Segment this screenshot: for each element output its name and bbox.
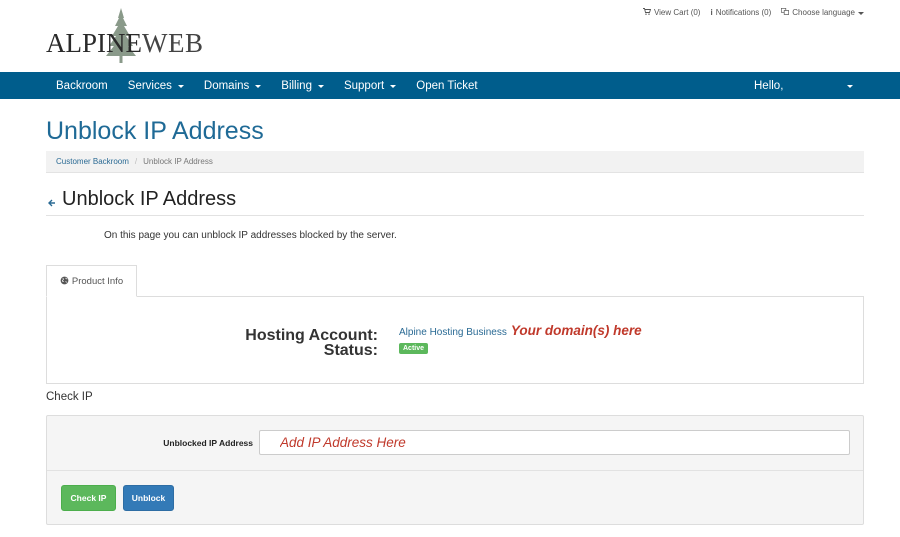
section-heading: Unblock IP Address	[48, 188, 236, 211]
chevron-down-icon[interactable]	[847, 85, 853, 88]
account-menu-toggle[interactable]: Hello,	[754, 72, 783, 99]
logo-text-right: WEB	[142, 28, 204, 58]
domain-annotation: Your domain(s) here	[510, 323, 642, 338]
nav-item-label: Services	[127, 79, 172, 92]
top-links: View Cart (0) i Notifications (0) Choose…	[642, 7, 864, 17]
intro-text: On this page you can unblock IP addresse…	[104, 230, 397, 241]
view-cart-link[interactable]: View Cart (0)	[642, 8, 701, 17]
language-icon	[781, 7, 790, 17]
page-title: Unblock IP Address	[46, 117, 264, 145]
nav-item-label: Backroom	[56, 79, 108, 92]
logo-text: ALPINEWEB	[46, 28, 204, 59]
nav-item-label: Support	[343, 79, 385, 92]
status-label: Status:	[323, 342, 378, 359]
globe-icon	[60, 276, 69, 287]
notifications-label: Notifications (0)	[715, 8, 772, 17]
chevron-down-icon	[390, 84, 397, 88]
nav-item-label: Open Ticket	[416, 79, 478, 92]
nav-item-label: Billing	[281, 79, 312, 92]
chevron-down-icon	[317, 84, 324, 88]
ip-address-input[interactable]	[259, 430, 850, 455]
unblock-button[interactable]: Unblock	[123, 485, 174, 511]
form-divider	[47, 470, 863, 471]
hosting-account-link[interactable]: Alpine Hosting Business	[399, 327, 507, 338]
logo-text-left: ALPINE	[46, 28, 142, 58]
nav-menu: Backroom Services Domains Billing Suppor…	[46, 72, 488, 99]
breadcrumb-home-link[interactable]: Customer Backroom	[56, 157, 129, 166]
nav-item-domains[interactable]: Domains	[194, 72, 271, 99]
nav-item-label: Domains	[203, 79, 250, 92]
breadcrumb-separator: /	[134, 157, 138, 166]
nav-item-support[interactable]: Support	[334, 72, 406, 99]
alpineweb-logo[interactable]: ALPINEWEB	[46, 6, 203, 64]
check-ip-heading: Check IP	[46, 391, 93, 403]
hosting-account-value-row: Alpine Hosting Business Your domain(s) h…	[399, 323, 642, 338]
hello-label: Hello,	[754, 79, 784, 92]
breadcrumb: Customer Backroom / Unblock IP Address	[46, 151, 864, 173]
choose-language-dropdown[interactable]: Choose language	[781, 7, 864, 17]
section-title: Unblock IP Address	[62, 188, 237, 210]
view-cart-label: View Cart (0)	[653, 8, 701, 17]
status-badge: Active	[399, 343, 429, 354]
cart-icon	[642, 8, 652, 17]
nav-item-services[interactable]: Services	[118, 72, 194, 99]
chevron-down-icon	[255, 84, 262, 88]
breadcrumb-current: Unblock IP Address	[143, 157, 213, 166]
main-navbar: Backroom Services Domains Billing Suppor…	[0, 72, 900, 99]
check-ip-button[interactable]: Check IP	[61, 485, 116, 511]
tab-label: Product Info	[71, 275, 124, 287]
choose-language-label: Choose language	[792, 8, 855, 17]
product-info-panel: Hosting Account: Alpine Hosting Business…	[46, 296, 864, 384]
nav-item-billing[interactable]: Billing	[271, 72, 334, 99]
arrow-left-icon[interactable]	[48, 198, 56, 210]
chevron-down-icon	[177, 84, 184, 88]
info-icon: i	[710, 8, 713, 17]
nav-item-backroom[interactable]: Backroom	[46, 72, 118, 99]
check-ip-form: Unblocked IP Address Check IP Unblock	[46, 415, 864, 525]
nav-item-open-ticket[interactable]: Open Ticket	[406, 72, 487, 99]
ip-address-label: Unblocked IP Address	[163, 438, 253, 448]
tab-product-info[interactable]: Product Info	[46, 265, 137, 297]
notifications-link[interactable]: i Notifications (0)	[710, 8, 771, 17]
section-divider	[46, 215, 864, 216]
header: ALPINEWEB View Cart (0) i Notifications …	[0, 0, 900, 72]
chevron-down-icon	[858, 11, 864, 15]
